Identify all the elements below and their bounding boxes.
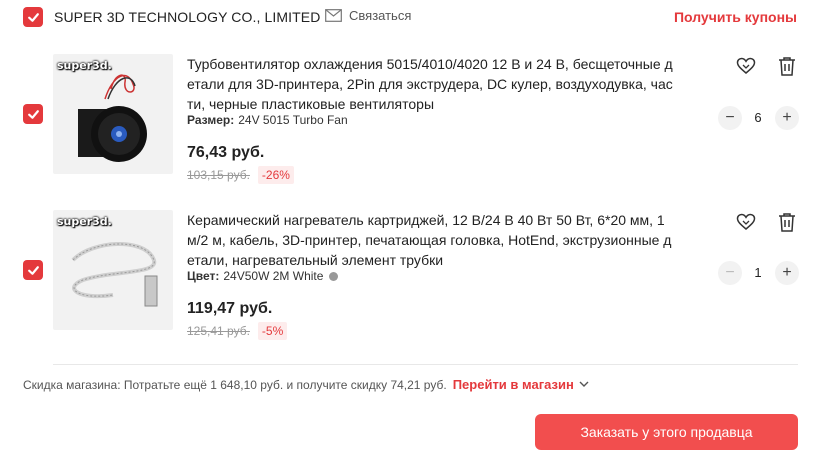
product-title[interactable]: Керамический нагреватель картриджей, 12 … [187,210,675,270]
brand-watermark: super3d. [57,59,112,72]
contact-seller-link[interactable]: Связаться [325,8,411,23]
item-checkbox[interactable] [23,260,43,280]
discount-badge: -26% [257,166,294,184]
product-image-fan[interactable]: super3d. [53,54,173,174]
wishlist-button[interactable] [735,211,757,233]
store-discount-line: Скидка магазина: Потратьте ещё 1 648,10 … [23,377,589,392]
variant-value: 24V 5015 Turbo Fan [238,113,348,127]
check-icon [27,109,39,119]
heart-icon [736,57,756,74]
variant-key: Цвет: [187,269,220,283]
check-icon [27,12,39,22]
variant-value: 24V50W 2M White [223,269,324,283]
store-name[interactable]: SUPER 3D TECHNOLOGY CO., LIMITED [54,9,320,25]
delete-button[interactable] [776,211,798,233]
product-image-heater[interactable]: super3d. [53,210,173,330]
discount-badge: -5% [257,322,288,340]
old-price-row: 103,15 руб. -26% [187,166,294,184]
check-icon [27,265,39,275]
quantity-value[interactable]: 1 [748,265,768,280]
item-checkbox[interactable] [23,104,43,124]
divider [53,364,798,365]
product-variant[interactable]: Цвет: 24V50W 2M White [187,269,339,283]
old-price: 125,41 руб. [187,324,250,338]
quantity-increase-button[interactable]: + [775,261,799,285]
product-price: 76,43 руб. [187,144,265,161]
trash-icon [779,57,795,76]
turbo-fan-picture [78,74,147,162]
wishlist-button[interactable] [735,55,757,77]
product-price: 119,47 руб. [187,300,273,317]
quantity-value[interactable]: 6 [748,110,768,125]
contact-label: Связаться [349,8,412,23]
old-price-row: 125,41 руб. -5% [187,322,288,340]
go-to-store-label: Перейти в магазин [452,377,574,392]
quantity-decrease-button[interactable]: − [718,106,742,130]
go-to-store-link[interactable]: Перейти в магазин [453,377,589,392]
order-from-seller-button[interactable]: Заказать у этого продавца [535,414,798,450]
heart-icon [736,213,756,230]
product-title[interactable]: Турбовентилятор охлаждения 5015/4010/402… [187,54,675,114]
variant-key: Размер: [187,113,235,127]
brand-watermark: super3d. [57,215,112,228]
quantity-decrease-button[interactable]: − [718,261,742,285]
chevron-down-icon [579,381,589,387]
product-variant[interactable]: Размер: 24V 5015 Turbo Fan [187,113,348,127]
store-discount-text: Скидка магазина: Потратьте ещё 1 648,10 … [23,377,447,392]
store-checkbox[interactable] [23,7,43,27]
quantity-increase-button[interactable]: + [775,106,799,130]
get-coupons-link[interactable]: Получить купоны [674,9,797,25]
color-swatch [329,271,339,281]
old-price: 103,15 руб. [187,168,250,182]
mail-icon [325,9,342,22]
delete-button[interactable] [776,55,798,77]
trash-icon [779,213,795,232]
heater-cartridge-picture [71,241,158,307]
